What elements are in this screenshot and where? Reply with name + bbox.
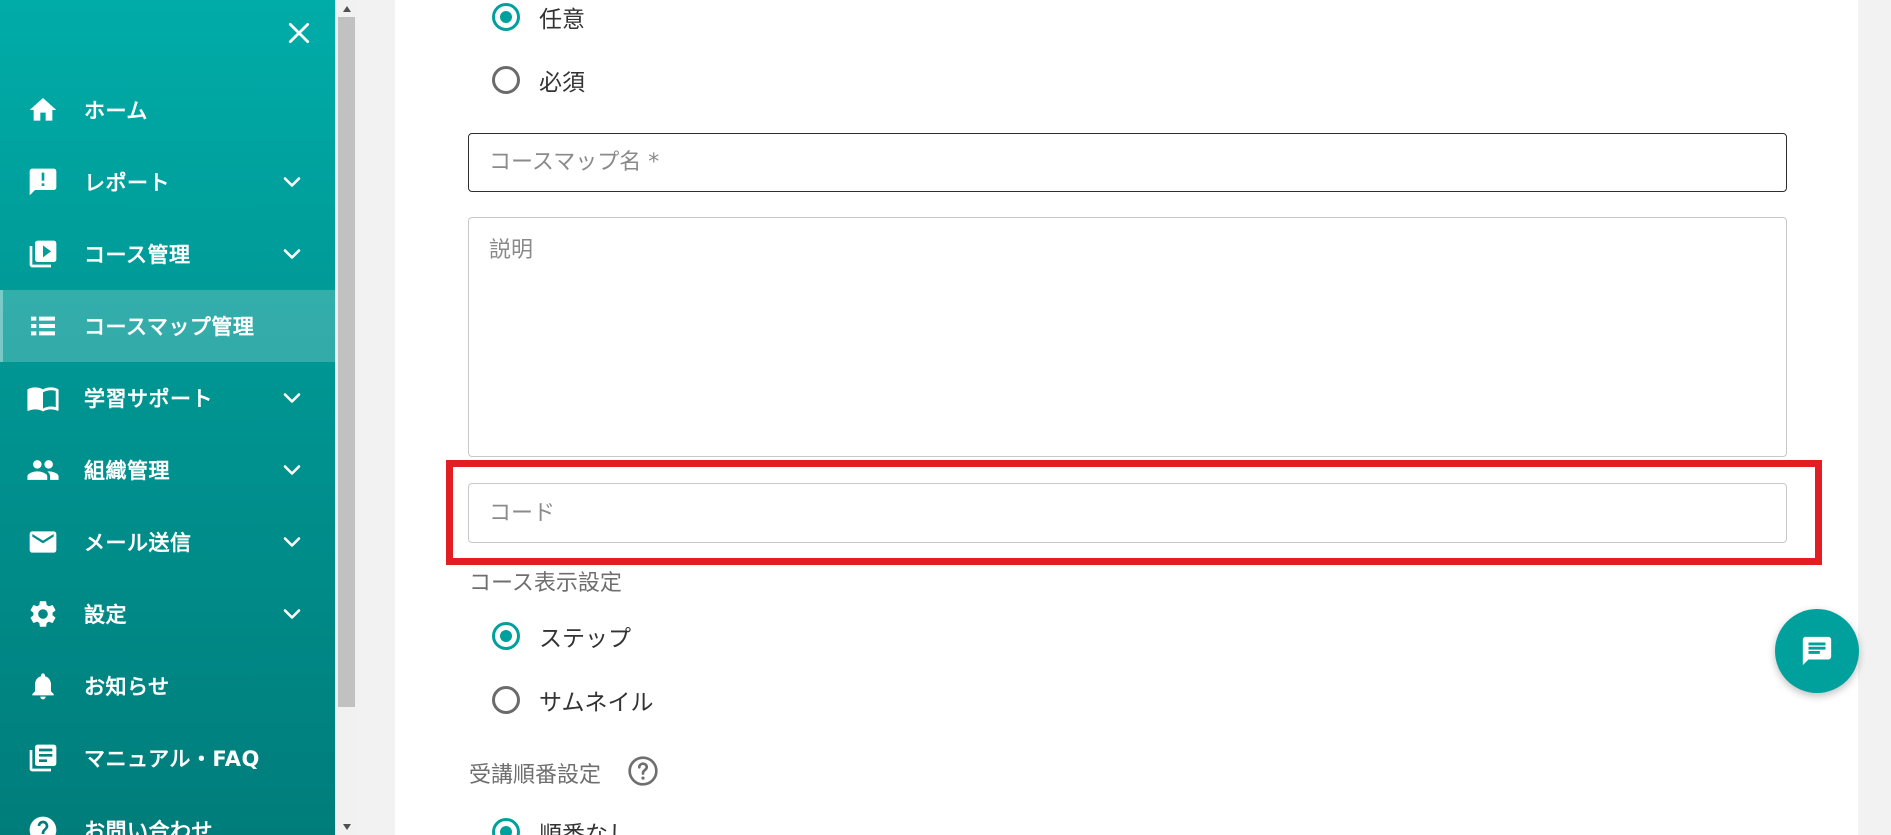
- chat-icon: [1802, 636, 1832, 666]
- chevron-down-icon: [283, 609, 301, 619]
- coursemap-name-input[interactable]: [468, 133, 1787, 192]
- sidebar-item-label: レポート: [84, 171, 170, 195]
- sidebar-item-notifications[interactable]: お知らせ: [0, 650, 335, 722]
- sidebar-item-report[interactable]: レポート: [0, 146, 335, 218]
- sidebar-item-label: コース管理: [84, 243, 191, 267]
- radio-step[interactable]: ステップ: [492, 619, 631, 653]
- radio-label: ステップ: [539, 626, 631, 652]
- sidebar-item-label: コースマップ管理: [84, 315, 255, 339]
- sidebar-item-label: マニュアル・FAQ: [84, 747, 260, 771]
- triangle-down-icon: [342, 823, 351, 830]
- radio-label: サムネイル: [539, 690, 654, 716]
- description-textarea[interactable]: [468, 217, 1787, 457]
- radio-button[interactable]: [492, 686, 520, 714]
- sidebar-item-course-management[interactable]: コース管理: [0, 218, 335, 290]
- help-circle-icon: [26, 813, 60, 835]
- book-icon: [26, 381, 60, 415]
- home-icon: [26, 93, 60, 127]
- scroll-thumb[interactable]: [338, 17, 355, 707]
- chevron-down-icon: [283, 393, 301, 403]
- bell-icon: [26, 669, 60, 703]
- chevron-down-icon: [283, 177, 301, 187]
- help-circle-icon[interactable]: [627, 755, 659, 787]
- chevron-down-icon: [283, 249, 301, 259]
- sidebar-item-contact[interactable]: お問い合わせ: [0, 794, 335, 835]
- gear-icon: [26, 597, 60, 631]
- sidebar-item-label: 学習サポート: [84, 387, 213, 411]
- chevron-down-icon: [283, 465, 301, 475]
- sidebar-nav: ホーム レポート コース管理 コースマップ管理 学習サポート 組織管理 メール送…: [0, 74, 335, 835]
- sidebar-item-label: お問い合わせ: [84, 819, 213, 835]
- sidebar: ホーム レポート コース管理 コースマップ管理 学習サポート 組織管理 メール送…: [0, 0, 335, 835]
- display-setting-label: コース表示設定: [469, 571, 622, 596]
- scroll-down-arrow[interactable]: [335, 818, 358, 835]
- sidebar-item-learning-support[interactable]: 学習サポート: [0, 362, 335, 434]
- radio-optional[interactable]: 任意: [492, 0, 585, 34]
- radio-label: 順番なし: [539, 822, 631, 835]
- radio-button[interactable]: [492, 622, 520, 650]
- chevron-down-icon: [283, 537, 301, 547]
- sidebar-item-settings[interactable]: 設定: [0, 578, 335, 650]
- sidebar-item-label: メール送信: [84, 531, 192, 555]
- manual-icon: [26, 741, 60, 775]
- report-icon: [26, 165, 60, 199]
- close-icon: [288, 22, 310, 44]
- video-library-icon: [26, 237, 60, 271]
- radio-required[interactable]: 必須: [492, 63, 585, 97]
- triangle-up-icon: [342, 5, 351, 12]
- radio-label: 任意: [539, 7, 585, 33]
- radio-button[interactable]: [492, 818, 520, 835]
- sidebar-item-manual-faq[interactable]: マニュアル・FAQ: [0, 722, 335, 794]
- sidebar-item-label: 組織管理: [84, 459, 170, 483]
- sidebar-item-coursemap-management[interactable]: コースマップ管理: [0, 290, 335, 362]
- sidebar-item-label: 設定: [84, 603, 127, 627]
- mail-icon: [26, 525, 60, 559]
- sidebar-item-label: ホーム: [84, 99, 148, 123]
- code-input[interactable]: [468, 483, 1787, 543]
- people-icon: [26, 453, 60, 487]
- order-setting-label: 受講順番設定: [469, 763, 602, 788]
- radio-button[interactable]: [492, 3, 520, 31]
- sidebar-item-label: お知らせ: [84, 675, 170, 699]
- sidebar-item-home[interactable]: ホーム: [0, 74, 335, 146]
- close-sidebar-button[interactable]: [280, 14, 318, 52]
- sidebar-scrollbar[interactable]: [335, 0, 358, 835]
- list-icon: [26, 309, 60, 343]
- radio-no-order[interactable]: 順番なし: [492, 815, 631, 835]
- radio-label: 必須: [539, 70, 585, 96]
- radio-button[interactable]: [492, 66, 520, 94]
- sidebar-item-organization-management[interactable]: 組織管理: [0, 434, 335, 506]
- radio-thumbnail[interactable]: サムネイル: [492, 683, 654, 717]
- scroll-up-arrow[interactable]: [335, 0, 358, 17]
- sidebar-item-send-mail[interactable]: メール送信: [0, 506, 335, 578]
- chat-fab-button[interactable]: [1775, 609, 1859, 693]
